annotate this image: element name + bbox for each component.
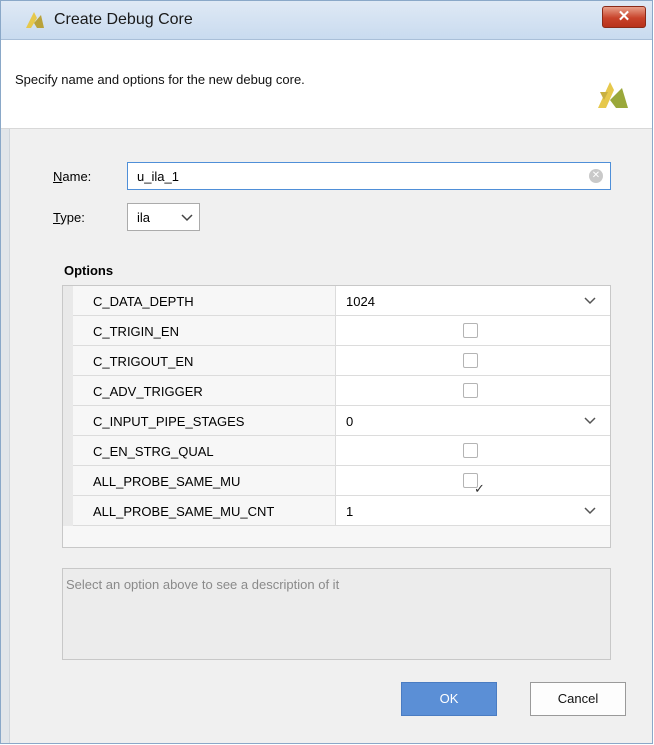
- title-bar: Create Debug Core ✕: [1, 1, 652, 40]
- description-box: Select an option above to see a descript…: [62, 568, 611, 660]
- option-value: 0: [346, 414, 354, 429]
- option-checkbox[interactable]: [463, 323, 478, 338]
- row-gutter: [63, 496, 73, 526]
- left-margin-bar: [1, 129, 10, 743]
- option-value-dropdown[interactable]: 1: [335, 496, 610, 526]
- option-row[interactable]: C_EN_STRG_QUAL: [63, 436, 610, 466]
- option-name: C_INPUT_PIPE_STAGES: [93, 414, 245, 429]
- option-name-cell: ALL_PROBE_SAME_MU: [73, 466, 335, 496]
- option-row[interactable]: ALL_PROBE_SAME_MU ✓: [63, 466, 610, 496]
- close-button[interactable]: ✕: [602, 6, 646, 28]
- option-row[interactable]: C_DATA_DEPTH 1024: [63, 286, 610, 316]
- dialog-header: Specify name and options for the new deb…: [1, 40, 652, 129]
- type-select[interactable]: ila: [127, 203, 200, 231]
- option-value-dropdown[interactable]: 1024: [335, 286, 610, 316]
- option-name-cell: ALL_PROBE_SAME_MU_CNT: [73, 496, 335, 526]
- option-name-cell: C_DATA_DEPTH: [73, 286, 335, 316]
- row-gutter: [63, 466, 73, 496]
- chevron-down-icon: [181, 214, 193, 222]
- option-name: C_DATA_DEPTH: [93, 294, 194, 309]
- option-name-cell: C_ADV_TRIGGER: [73, 376, 335, 406]
- ok-button[interactable]: OK: [401, 682, 497, 716]
- option-checkbox[interactable]: [463, 443, 478, 458]
- option-row[interactable]: ALL_PROBE_SAME_MU_CNT 1: [63, 496, 610, 526]
- name-label: Name:: [53, 169, 92, 184]
- name-input-value: u_ila_1: [137, 169, 179, 184]
- option-checkbox[interactable]: ✓: [463, 473, 485, 495]
- option-value-cell: [335, 376, 610, 406]
- chevron-down-icon: [584, 297, 596, 305]
- option-checkbox[interactable]: [463, 353, 478, 368]
- header-description: Specify name and options for the new deb…: [15, 72, 305, 87]
- option-name: ALL_PROBE_SAME_MU: [93, 474, 241, 489]
- row-gutter: [63, 316, 73, 346]
- option-value-cell: [335, 436, 610, 466]
- checkmark-icon: ✓: [474, 481, 485, 496]
- row-gutter: [63, 406, 73, 436]
- option-name-cell: C_INPUT_PIPE_STAGES: [73, 406, 335, 436]
- row-gutter: [63, 346, 73, 376]
- option-name: C_EN_STRG_QUAL: [93, 444, 214, 459]
- row-gutter: [63, 376, 73, 406]
- chevron-down-icon: [584, 417, 596, 425]
- description-placeholder: Select an option above to see a descript…: [66, 577, 340, 592]
- option-name: C_ADV_TRIGGER: [93, 384, 203, 399]
- chevron-down-icon: [584, 507, 596, 515]
- option-row[interactable]: C_INPUT_PIPE_STAGES 0: [63, 406, 610, 436]
- option-value-cell: ✓: [335, 466, 610, 496]
- option-name-cell: C_TRIGIN_EN: [73, 316, 335, 346]
- create-debug-core-dialog: Create Debug Core ✕ Specify name and opt…: [0, 0, 653, 744]
- cancel-button[interactable]: Cancel: [530, 682, 626, 716]
- option-value: 1024: [346, 294, 375, 309]
- option-row[interactable]: C_TRIGIN_EN: [63, 316, 610, 346]
- vivado-logo-icon: [26, 12, 44, 28]
- option-name: ALL_PROBE_SAME_MU_CNT: [93, 504, 275, 519]
- type-select-value: ila: [137, 210, 151, 225]
- option-row[interactable]: C_TRIGOUT_EN: [63, 346, 610, 376]
- option-name-cell: C_EN_STRG_QUAL: [73, 436, 335, 466]
- vivado-logo-icon: [598, 82, 628, 108]
- option-name: C_TRIGOUT_EN: [93, 354, 194, 369]
- close-icon: ✕: [617, 8, 631, 25]
- window-title: Create Debug Core: [54, 11, 193, 28]
- option-checkbox[interactable]: [463, 383, 478, 398]
- option-value-dropdown[interactable]: 0: [335, 406, 610, 436]
- row-gutter: [63, 286, 73, 316]
- option-name-cell: C_TRIGOUT_EN: [73, 346, 335, 376]
- options-table: C_DATA_DEPTH 1024 C_TRIGIN_EN C_TRIGOUT_EN C…: [62, 285, 611, 548]
- option-name: C_TRIGIN_EN: [93, 324, 179, 339]
- option-value: 1: [346, 504, 354, 519]
- option-value-cell: [335, 346, 610, 376]
- name-input[interactable]: u_ila_1 ✕: [127, 162, 611, 190]
- option-value-cell: [335, 316, 610, 346]
- type-label: Type:: [53, 210, 85, 225]
- row-gutter: [63, 436, 73, 466]
- options-title: Options: [64, 263, 114, 278]
- option-row[interactable]: C_ADV_TRIGGER: [63, 376, 610, 406]
- clear-circle-icon[interactable]: ✕: [589, 169, 603, 183]
